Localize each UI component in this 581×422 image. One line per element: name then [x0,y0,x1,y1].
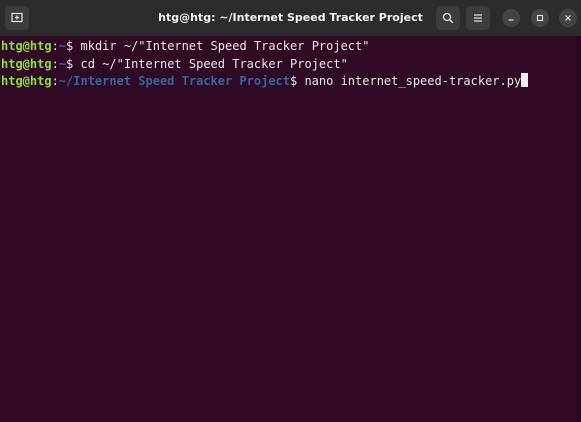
search-icon [442,12,454,24]
maximize-icon [536,14,544,22]
minimize-icon [508,19,514,21]
prompt-symbol: $ [66,39,81,53]
new-tab-button[interactable] [5,6,29,30]
minimize-button[interactable] [502,9,520,27]
terminal-line: htg@htg:~$ mkdir ~/"Internet Speed Track… [1,38,581,56]
prompt-path: ~/Internet Speed Tracker Project [58,74,290,88]
prompt-separator: : [51,74,59,88]
search-button[interactable] [436,6,460,30]
command-text: cd ~/"Internet Speed Tracker Project" [80,56,348,71]
terminal-line: htg@htg:~$ cd ~/"Internet Speed Tracker … [1,56,581,74]
menu-button[interactable] [466,6,490,30]
scrollbar-track[interactable] [577,36,581,422]
prompt-user: htg@htg [1,74,52,88]
prompt-path: ~ [58,56,67,71]
prompt-separator: : [51,56,59,71]
command-text: mkdir ~/"Internet Speed Tracker Project" [80,39,370,53]
prompt-symbol: $ [290,74,305,88]
prompt-symbol: $ [66,56,81,71]
terminal-window: htg@htg: ~/Internet Speed Tracker Projec… [0,0,581,422]
terminal-line: htg@htg:~/Internet Speed Tracker Project… [1,73,581,91]
maximize-button[interactable] [531,9,549,27]
prompt-separator: : [51,39,59,53]
window-title: htg@htg: ~/Internet Speed Tracker Projec… [158,11,423,24]
prompt-user: htg@htg [1,39,52,53]
terminal-output[interactable]: htg@htg:~$ mkdir ~/"Internet Speed Track… [0,36,581,422]
command-text: nano internet_speed-tracker.py [304,74,522,88]
hamburger-menu-icon [474,14,482,22]
close-icon [565,15,571,21]
text-cursor [521,73,529,87]
close-button[interactable] [559,9,577,27]
new-tab-icon [11,12,23,23]
prompt-user: htg@htg [1,56,52,71]
title-bar: htg@htg: ~/Internet Speed Tracker Projec… [0,0,581,36]
prompt-path: ~ [58,39,67,53]
